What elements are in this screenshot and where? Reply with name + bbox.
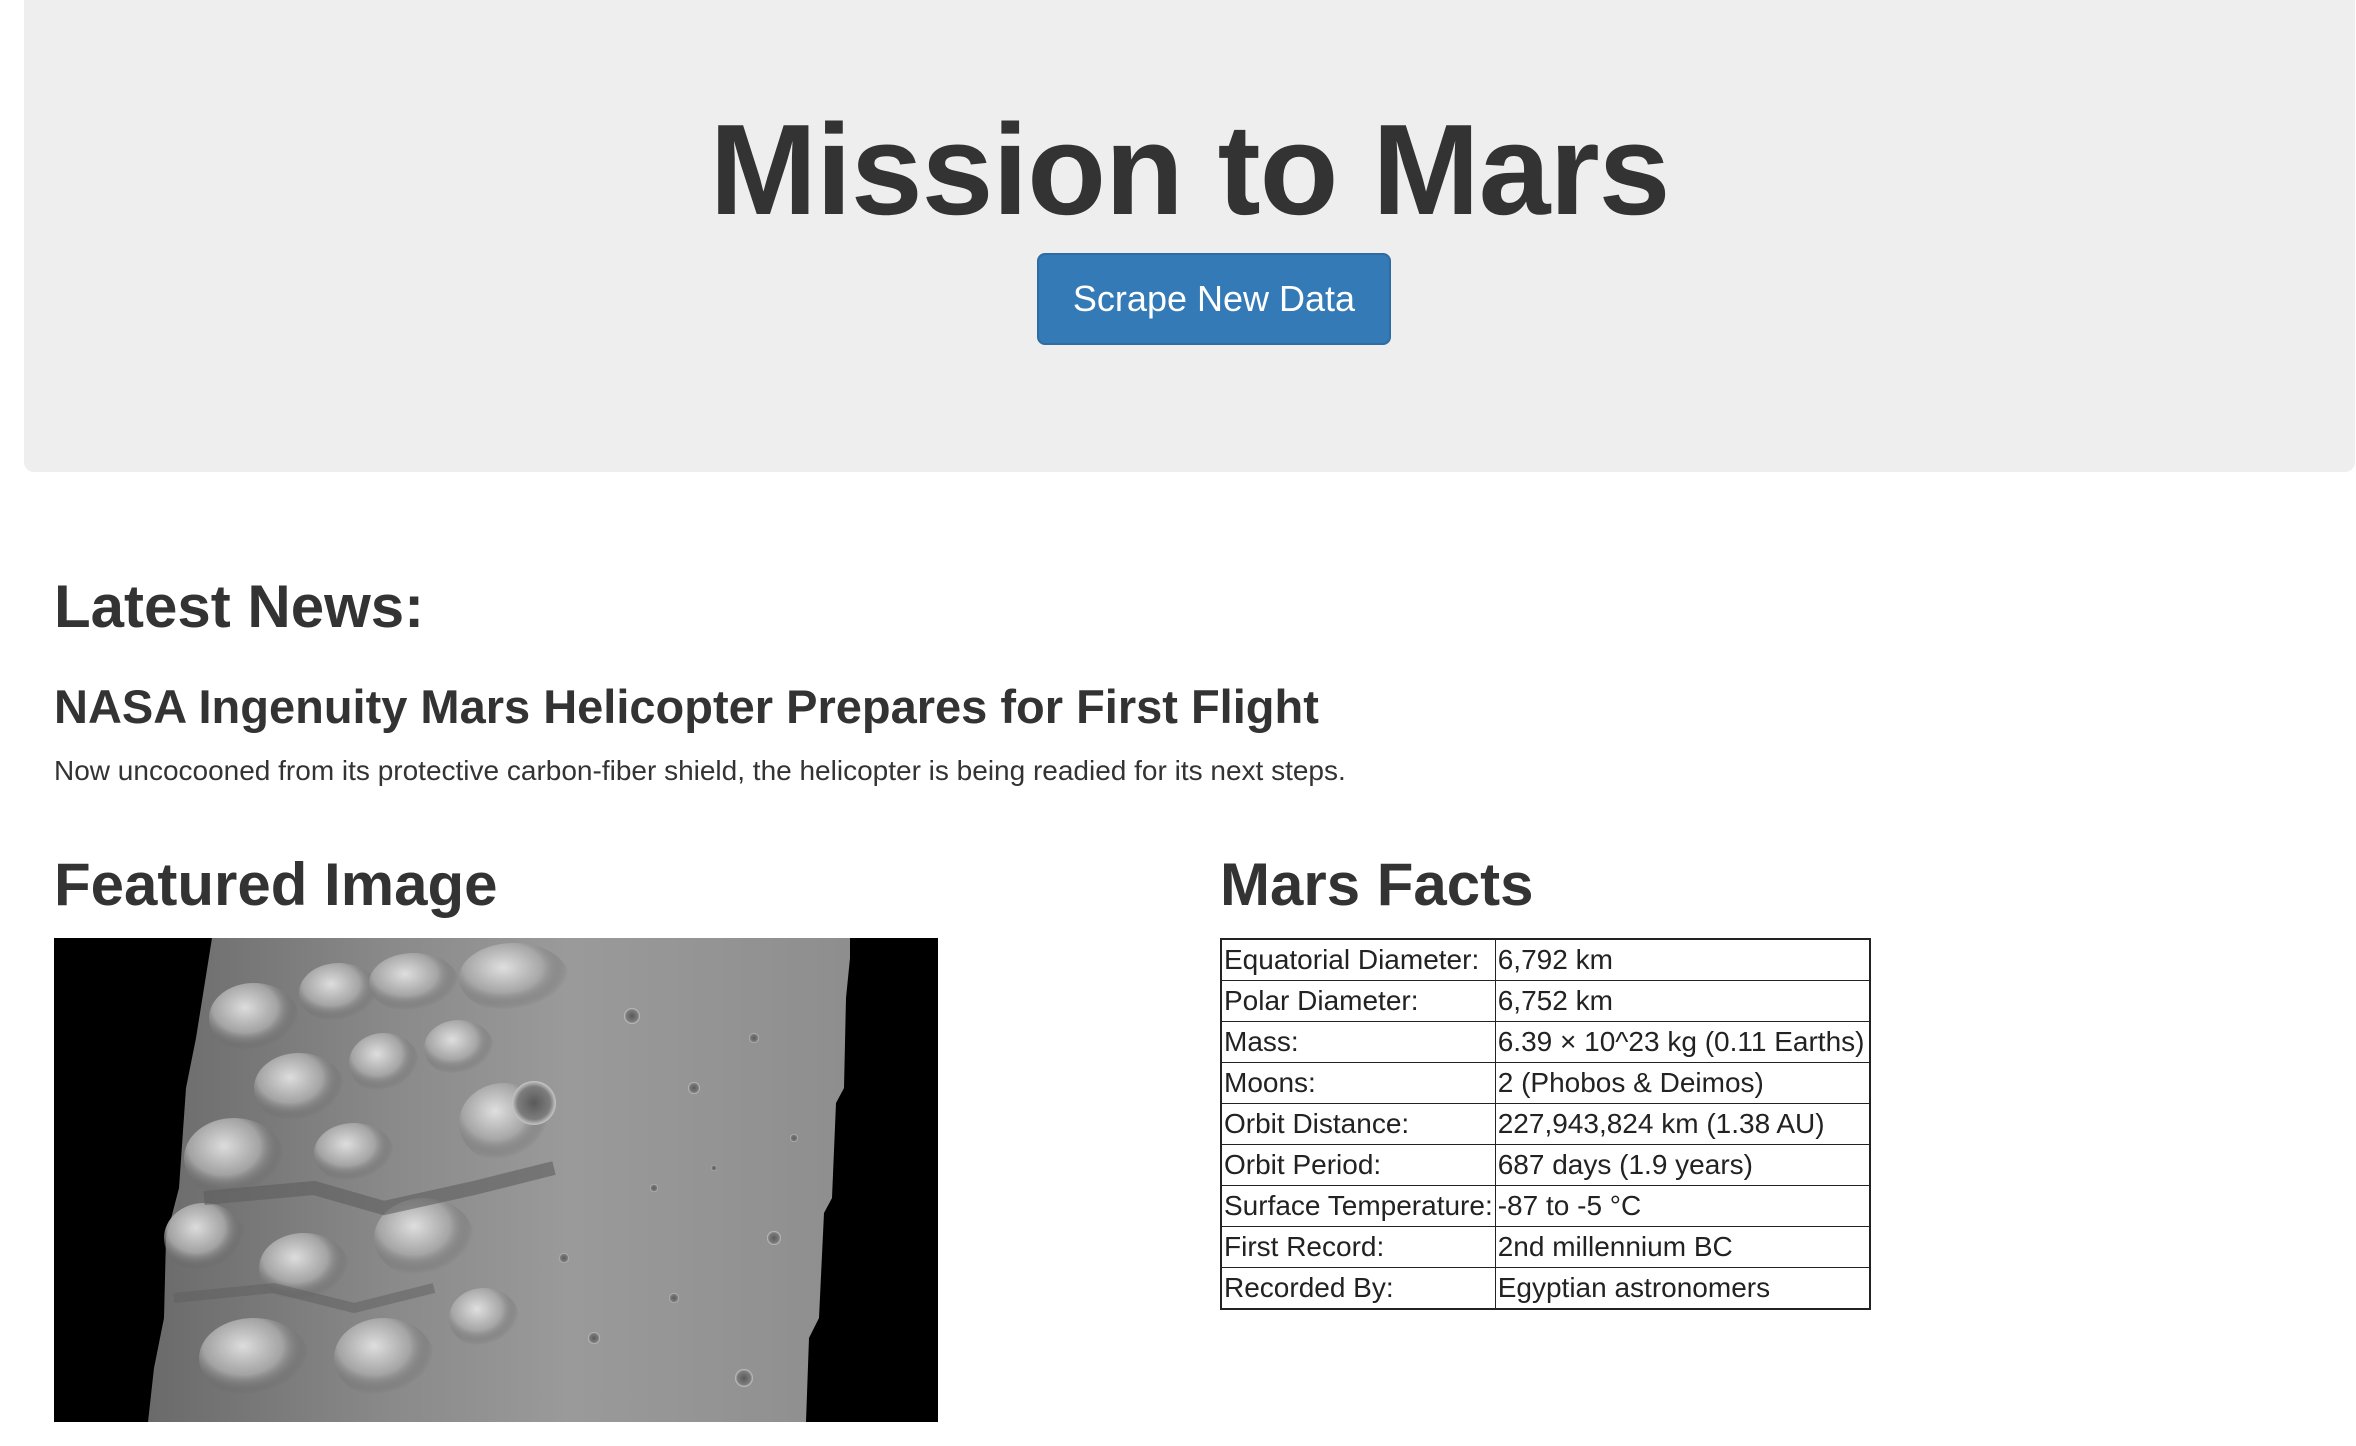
table-row: Moons: 2 (Phobos & Deimos)	[1220, 1062, 1871, 1104]
fact-value: 6,792 km	[1494, 938, 1871, 981]
scrape-new-data-button[interactable]: Scrape New Data	[1037, 253, 1391, 345]
featured-image	[54, 938, 938, 1422]
fact-label: Orbit Period:	[1220, 1144, 1496, 1186]
table-row: Recorded By: Egyptian astronomers	[1220, 1267, 1871, 1310]
fact-value: 227,943,824 km (1.38 AU)	[1494, 1103, 1871, 1145]
fact-label: Recorded By:	[1220, 1267, 1496, 1310]
fact-label: Polar Diameter:	[1220, 980, 1496, 1022]
fact-value: 6,752 km	[1494, 980, 1871, 1022]
fact-label: Orbit Distance:	[1220, 1103, 1496, 1145]
table-row: Mass: 6.39 × 10^23 kg (0.11 Earths)	[1220, 1021, 1871, 1063]
fact-value: -87 to -5 °C	[1494, 1185, 1871, 1227]
fact-value: 2nd millennium BC	[1494, 1226, 1871, 1268]
table-row: Polar Diameter: 6,752 km	[1220, 980, 1871, 1022]
featured-image-heading: Featured Image	[54, 851, 498, 918]
mars-facts-table: Equatorial Diameter: 6,792 km Polar Diam…	[1220, 938, 1871, 1310]
fact-value: 2 (Phobos & Deimos)	[1494, 1062, 1871, 1104]
table-row: First Record: 2nd millennium BC	[1220, 1226, 1871, 1268]
fact-label: Moons:	[1220, 1062, 1496, 1104]
fact-value: 6.39 × 10^23 kg (0.11 Earths)	[1494, 1021, 1871, 1063]
fact-label: Mass:	[1220, 1021, 1496, 1063]
fact-label: Surface Temperature:	[1220, 1185, 1496, 1227]
fact-value: 687 days (1.9 years)	[1494, 1144, 1871, 1186]
news-title: NASA Ingenuity Mars Helicopter Prepares …	[54, 680, 1319, 733]
fact-value: Egyptian astronomers	[1494, 1267, 1871, 1310]
mars-surface-image	[54, 938, 938, 1422]
latest-news-heading: Latest News:	[54, 573, 425, 640]
table-row: Surface Temperature: -87 to -5 °C	[1220, 1185, 1871, 1227]
table-row: Orbit Distance: 227,943,824 km (1.38 AU)	[1220, 1103, 1871, 1145]
news-teaser: Now uncocooned from its protective carbo…	[54, 755, 1346, 786]
fact-label: Equatorial Diameter:	[1220, 938, 1496, 981]
page-title: Mission to Mars	[709, 98, 1671, 242]
table-row: Orbit Period: 687 days (1.9 years)	[1220, 1144, 1871, 1186]
mars-facts-heading: Mars Facts	[1220, 851, 1534, 918]
jumbotron-header: Mission to Mars Scrape New Data	[24, 0, 2355, 472]
fact-label: First Record:	[1220, 1226, 1496, 1268]
table-row: Equatorial Diameter: 6,792 km	[1220, 938, 1871, 981]
